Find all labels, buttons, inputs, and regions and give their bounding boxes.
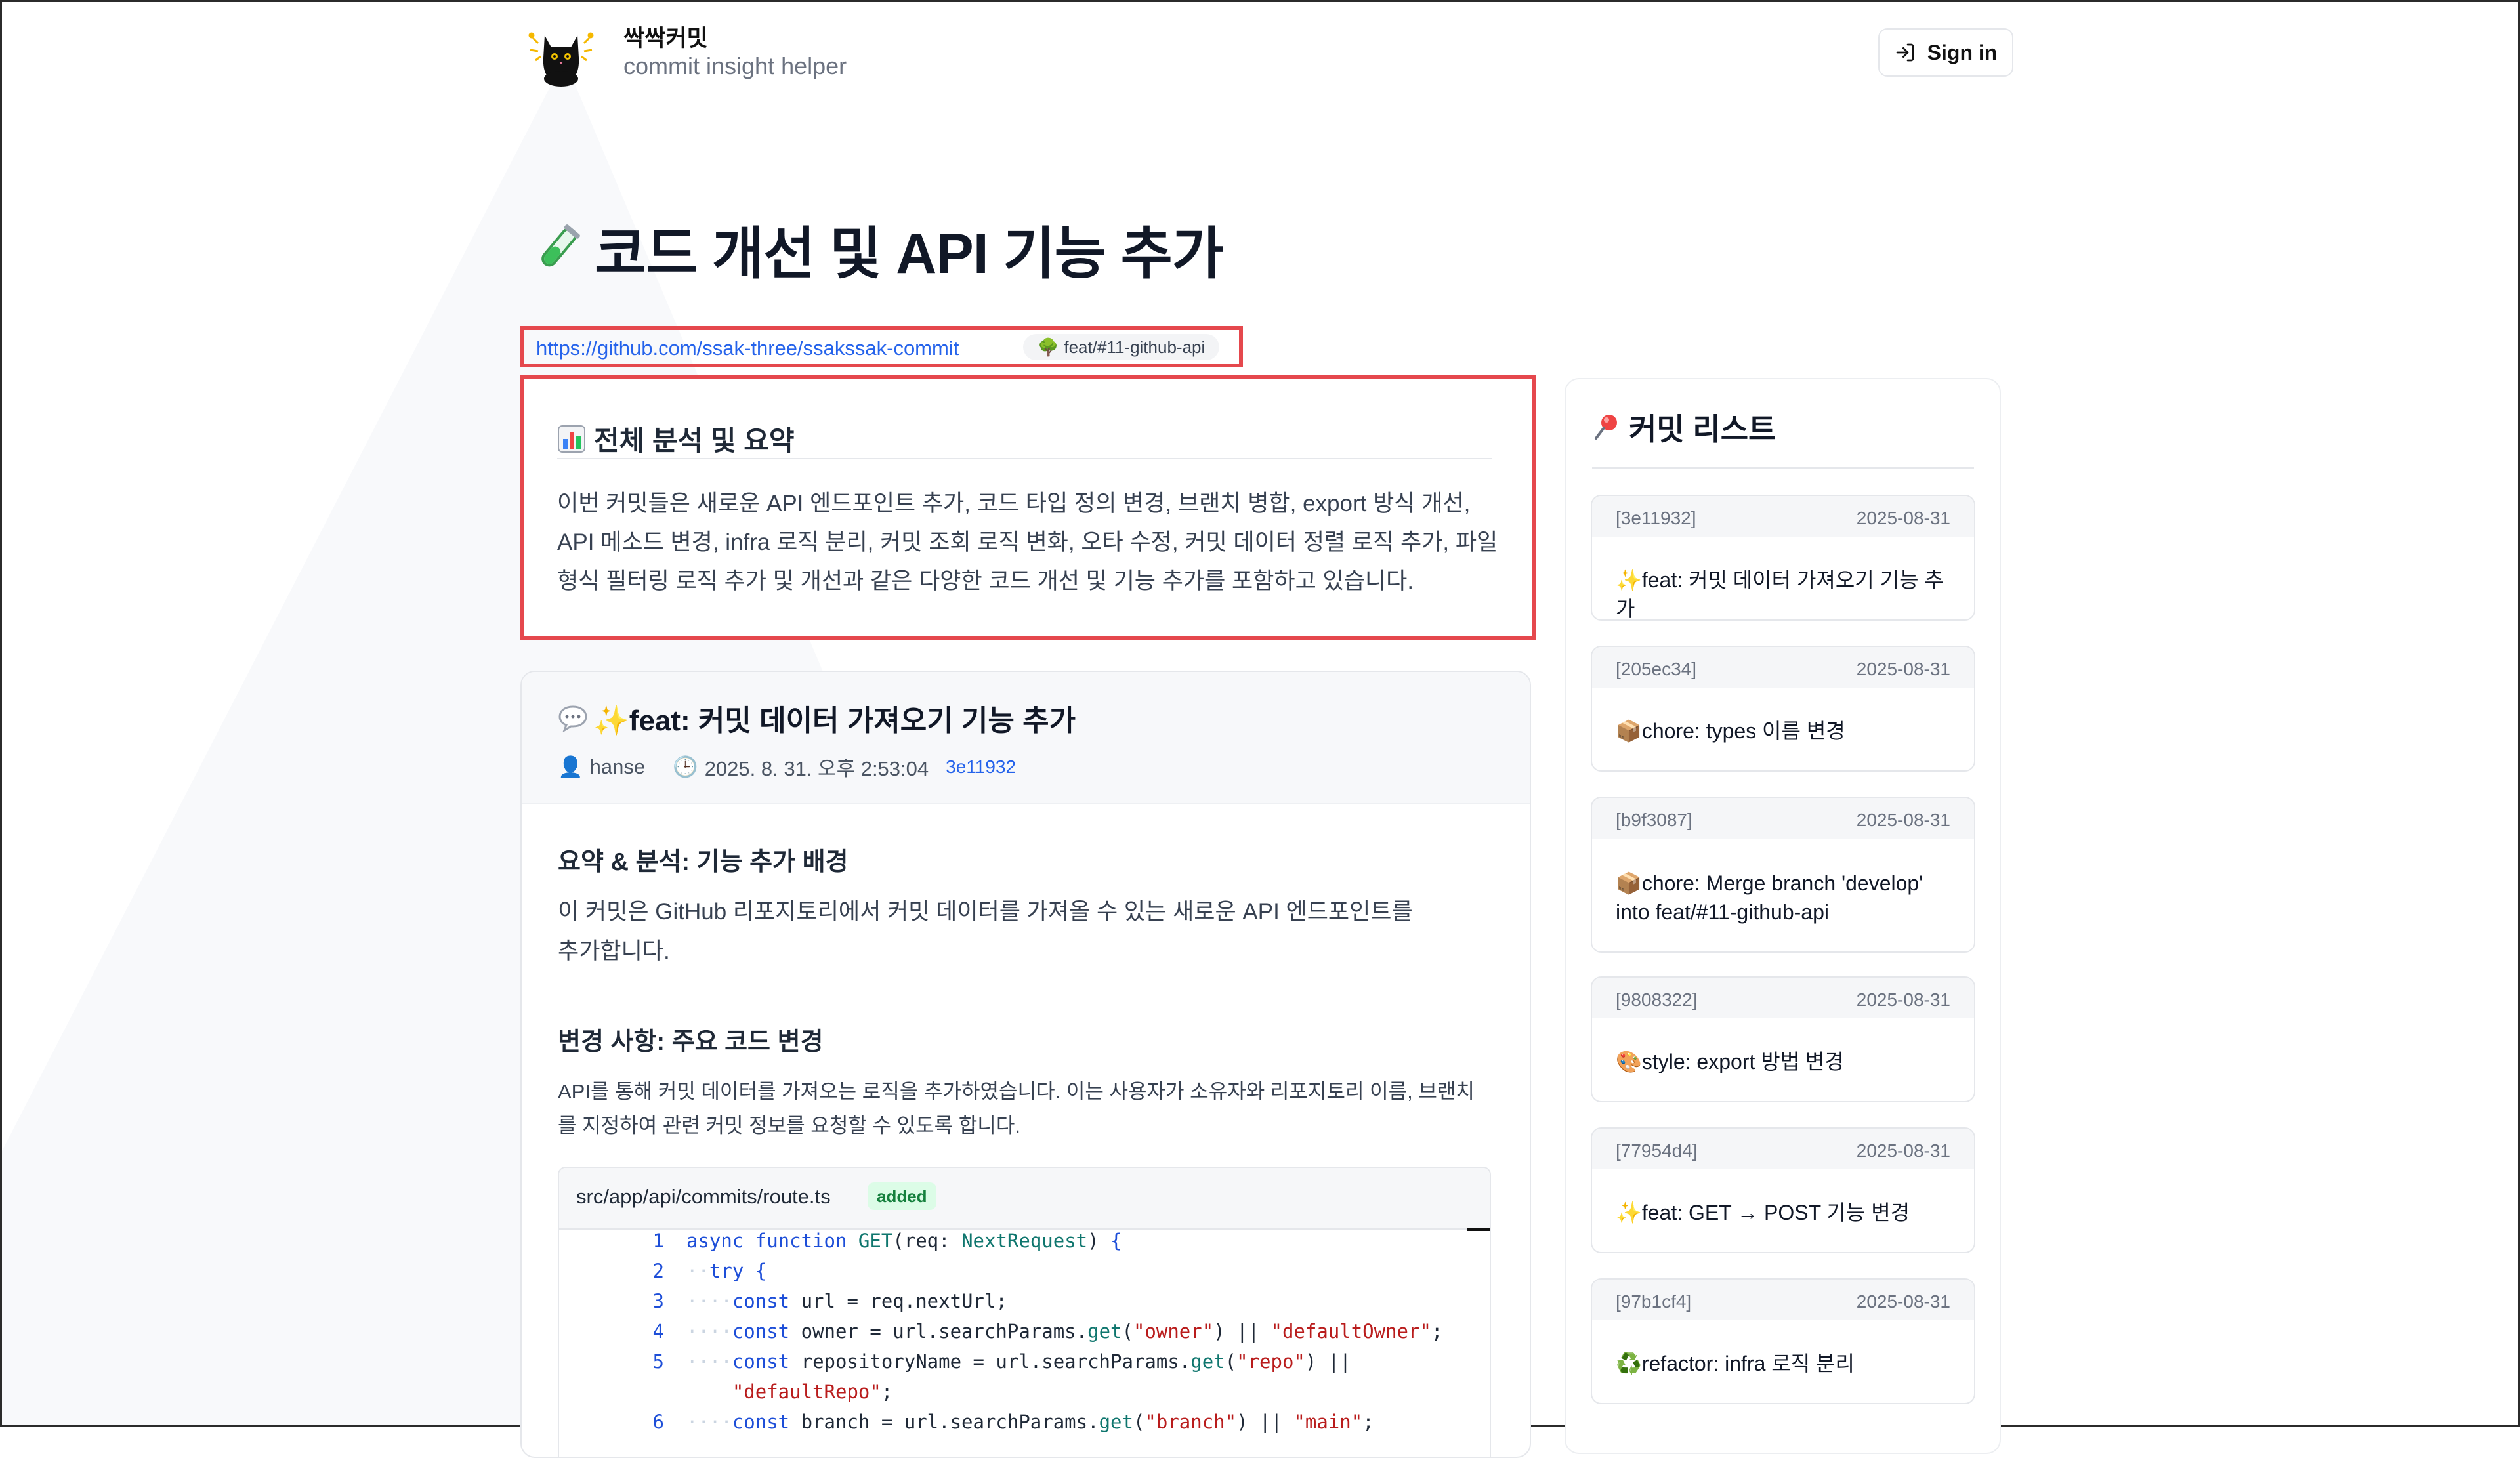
commit-list-title-text: 커밋 리스트	[1629, 412, 1776, 446]
commit-list-item[interactable]: [77954d4] 2025-08-31 ✨feat: GET → POST 기…	[1591, 1127, 1975, 1253]
sign-in-icon	[1896, 43, 1914, 62]
commit-list-title: 커밋 리스트	[1592, 406, 1776, 449]
code-line: 3 ····const url = req.nextUrl;	[559, 1290, 1490, 1320]
commit-item-date: 2025-08-31	[1856, 1140, 1950, 1161]
code-line: "defaultRepo";	[732, 1381, 893, 1403]
pushpin-icon	[1595, 415, 1617, 440]
commit-item-message: 🎨style: export 방법 변경	[1616, 1050, 1844, 1073]
commit-item-message: 📦chore: Merge branch 'develop' into feat…	[1616, 871, 1923, 924]
commit-title: ✨feat: 커밋 데이터 가져오기 기능 추가	[558, 697, 1076, 739]
commit-list-item[interactable]: [3e11932] 2025-08-31 ✨feat: 커밋 데이터 가져오기 …	[1591, 495, 1975, 621]
commit-detail-card: ✨feat: 커밋 데이터 가져오기 기능 추가 👤 hanse 🕒 2025.…	[520, 671, 1531, 1458]
divider	[557, 458, 1492, 459]
commit-item-date: 2025-08-31	[1856, 508, 1950, 528]
commit-hash-link[interactable]: 3e11932	[946, 757, 1016, 778]
divider	[1592, 467, 1974, 469]
commit-header: ✨feat: 커밋 데이터 가져오기 기능 추가 👤 hanse 🕒 2025.…	[522, 672, 1530, 804]
code-line: 2 ··try {	[559, 1260, 1490, 1290]
line-number: 4	[652, 1320, 664, 1343]
page-title-text: 코드 개선 및 API 기능 추가	[595, 222, 1224, 285]
summary-panel: 전체 분석 및 요약 이번 커밋들은 새로운 API 엔드포인트 추가, 코드 …	[520, 375, 1536, 640]
commit-item-message: ✨feat: 커밋 데이터 가져오기 기능 추가	[1616, 568, 1944, 621]
page-title: 코드 개선 및 API 기능 추가	[530, 207, 1224, 289]
commit-item-hash: [b9f3087]	[1616, 810, 1692, 830]
section-text: 이 커밋은 GitHub 리포지토리에서 커밋 데이터를 가져올 수 있는 새로…	[558, 899, 1413, 964]
commit-list-item[interactable]: [97b1cf4] 2025-08-31 ♻️refactor: infra 로…	[1591, 1278, 1975, 1404]
summary-title: 전체 분석 및 요약	[557, 419, 795, 459]
commit-item-hash: [77954d4]	[1616, 1140, 1698, 1161]
user-icon: 👤	[558, 755, 583, 778]
commit-item-message: 📦chore: types 이름 변경	[1616, 719, 1845, 743]
commit-datetime: 2025. 8. 31. 오후 2:53:04	[704, 757, 929, 780]
section-heading: 변경 사항: 주요 코드 변경	[558, 1028, 824, 1056]
section-heading: 요약 & 분석: 기능 추가 배경	[558, 848, 849, 876]
summary-title-text: 전체 분석 및 요약	[594, 425, 795, 456]
commit-list-item[interactable]: [b9f3087] 2025-08-31 📦chore: Merge branc…	[1591, 797, 1975, 953]
sign-in-button[interactable]: Sign in	[1878, 28, 2013, 77]
code-diff-panel: src/app/api/commits/route.ts added 1 asy…	[558, 1167, 1491, 1457]
commit-title-text: ✨feat: 커밋 데이터 가져오기 기능 추가	[593, 705, 1076, 737]
repo-info: https://github.com/ssak-three/ssakssak-c…	[520, 326, 1243, 367]
clock-icon: 🕒	[673, 755, 698, 778]
bar-chart-icon	[558, 425, 585, 453]
line-number: 1	[652, 1230, 664, 1252]
repo-link[interactable]: https://github.com/ssak-three/ssakssak-c…	[536, 337, 959, 360]
commit-meta: 👤 hanse 🕒 2025. 8. 31. 오후 2:53:04 3e1193…	[558, 752, 1016, 781]
line-number: 6	[652, 1411, 664, 1433]
line-number: 3	[652, 1290, 664, 1312]
file-status-badge: added	[868, 1182, 936, 1210]
commit-list-item[interactable]: [9808322] 2025-08-31 🎨style: export 방법 변…	[1591, 976, 1975, 1102]
section-text: API를 통해 커밋 데이터를 가져오는 로직을 추가하였습니다. 이는 사용자…	[558, 1080, 1475, 1137]
brand-name: 싹싹커밋	[623, 26, 708, 51]
commit-item-hash: [3e11932]	[1616, 508, 1696, 528]
code-line: 6 ····const branch = url.searchParams.ge…	[559, 1411, 1490, 1441]
code-line: 5 ····const repositoryName = url.searchP…	[559, 1350, 1490, 1381]
commit-list-panel: 커밋 리스트 [3e11932] 2025-08-31 ✨feat: 커밋 데이…	[1564, 378, 2001, 1454]
commit-item-date: 2025-08-31	[1856, 810, 1950, 830]
line-number: 5	[652, 1350, 664, 1373]
brand-subtitle: commit insight helper	[623, 52, 847, 79]
branch-badge: 🌳 feat/#11-github-api	[1023, 334, 1220, 360]
commit-author: hanse	[589, 755, 646, 778]
tree-icon: 🌳	[1038, 337, 1059, 357]
branch-name: feat/#11-github-api	[1064, 337, 1206, 357]
commit-item-hash: [9808322]	[1616, 989, 1698, 1010]
test-tube-icon	[541, 224, 580, 266]
speech-bubble-icon	[558, 705, 587, 732]
commit-list-item[interactable]: [205ec34] 2025-08-31 📦chore: types 이름 변경	[1591, 646, 1975, 772]
commit-item-message: ✨feat: GET → POST 기능 변경	[1616, 1201, 1910, 1224]
sign-in-label: Sign in	[1927, 40, 1998, 64]
commit-item-date: 2025-08-31	[1856, 1291, 1950, 1312]
cat-logo-icon[interactable]	[525, 18, 597, 91]
code-file-header: src/app/api/commits/route.ts added	[559, 1168, 1490, 1230]
commit-item-date: 2025-08-31	[1856, 989, 1950, 1010]
summary-text: 이번 커밋들은 새로운 API 엔드포인트 추가, 코드 타입 정의 변경, 브…	[557, 491, 1498, 594]
code-line: 4 ····const owner = url.searchParams.get…	[559, 1320, 1490, 1350]
line-number: 2	[652, 1260, 664, 1282]
commit-item-message: ♻️refactor: infra 로직 분리	[1616, 1352, 1855, 1375]
file-path: src/app/api/commits/route.ts	[576, 1185, 831, 1208]
code-line: 1 async function GET(req: NextRequest) {	[559, 1230, 1490, 1260]
commit-item-hash: [205ec34]	[1616, 659, 1696, 679]
commit-item-hash: [97b1cf4]	[1616, 1291, 1692, 1312]
commit-item-date: 2025-08-31	[1856, 659, 1950, 679]
